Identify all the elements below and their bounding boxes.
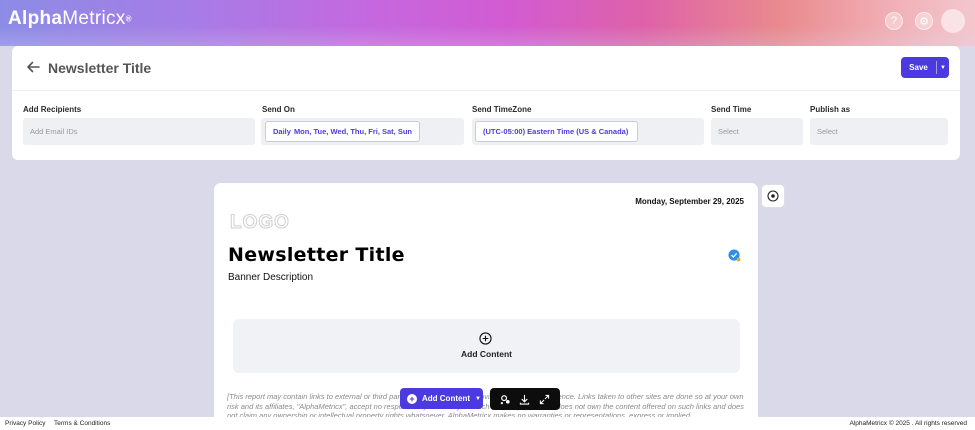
recipients-input[interactable]: Add Email IDs: [23, 118, 255, 145]
banner-description[interactable]: Banner Description: [228, 272, 313, 283]
brand-registered-mark: ®: [125, 14, 132, 24]
save-options-chevron-down-icon[interactable]: ▼: [937, 65, 949, 71]
privacy-policy-link[interactable]: Privacy Policy: [5, 420, 45, 427]
plus-icon: +: [407, 393, 417, 404]
hero-gradient-band: [0, 0, 975, 46]
brand-logo[interactable]: AlphaMetricx®: [8, 8, 132, 30]
terms-conditions-link[interactable]: Terms & Conditions: [54, 420, 110, 427]
send-on-days: Mon, Tue, Wed, Thu, Fri, Sat, Sun: [293, 127, 412, 136]
save-button[interactable]: Save: [901, 63, 936, 72]
logo-placeholder[interactable]: LOGO: [230, 212, 290, 234]
send-time-label: Send Time: [711, 105, 752, 114]
preview-options-button[interactable]: [761, 184, 785, 208]
newsletter-title[interactable]: Newsletter Title: [228, 244, 405, 266]
send-time-select[interactable]: Select: [711, 118, 803, 145]
page-footer: Privacy Policy Terms & Conditions AlphaM…: [0, 417, 975, 430]
newsletter-settings-card: Newsletter Title Save ▼ Add Recipients A…: [12, 46, 960, 160]
send-on-field[interactable]: Daily Mon, Tue, Wed, Thu, Fri, Sat, Sun: [261, 118, 464, 145]
send-timezone-label: Send TimeZone: [472, 105, 532, 114]
disclaimer-text: [This report may contain links to extern…: [227, 392, 744, 418]
help-glyph: ?: [890, 15, 898, 27]
save-button-group: Save ▼: [901, 57, 949, 78]
settings-icon[interactable]: ⚙: [915, 12, 933, 30]
add-content-button[interactable]: + Add Content ▼: [400, 388, 483, 409]
header-divider: [12, 90, 960, 91]
recipients-placeholder: Add Email IDs: [30, 127, 78, 136]
publish-as-select[interactable]: Select: [810, 118, 948, 145]
add-content-button-label: Add Content: [422, 394, 470, 403]
publish-as-placeholder: Select: [817, 127, 838, 136]
plus-circle-icon: [479, 332, 492, 345]
add-content-area[interactable]: Add Content: [233, 319, 740, 373]
expand-icon[interactable]: [539, 394, 550, 405]
user-avatar[interactable]: [941, 9, 965, 33]
add-content-label: Add Content: [461, 349, 512, 359]
timezone-field[interactable]: (UTC-05:00) Eastern Time (US & Canada): [472, 118, 704, 145]
page-title: Newsletter Title: [48, 60, 152, 76]
send-on-frequency: Daily: [273, 127, 291, 136]
brand-name-bold: Alpha: [8, 8, 63, 29]
publish-as-label: Publish as: [810, 105, 851, 114]
preview-toolbar: [490, 388, 560, 410]
send-on-schedule-chip[interactable]: Daily Mon, Tue, Wed, Thu, Fri, Sat, Sun: [265, 121, 420, 142]
back-arrow-icon[interactable]: [25, 59, 41, 75]
help-icon[interactable]: ?: [885, 12, 903, 30]
download-icon[interactable]: [519, 394, 530, 405]
send-on-label: Send On: [262, 105, 295, 114]
brand-name-light: Metricx: [62, 8, 126, 29]
send-time-placeholder: Select: [718, 127, 739, 136]
timezone-chip[interactable]: (UTC-05:00) Eastern Time (US & Canada): [475, 121, 638, 142]
copyright-text: AlphaMetricx © 2025 . All rights reserve…: [849, 420, 967, 427]
add-recipients-label: Add Recipients: [23, 105, 82, 114]
settings-glyph: ⚙: [919, 15, 929, 28]
newsletter-date: Monday, September 29, 2025: [635, 197, 744, 206]
settings-sync-icon[interactable]: [500, 394, 511, 405]
add-content-chevron-down-icon: ▼: [475, 395, 481, 402]
target-circle-icon: [767, 190, 779, 202]
verified-badge-icon[interactable]: [728, 249, 741, 262]
newsletter-preview: Monday, September 29, 2025 LOGO Newslett…: [214, 183, 758, 418]
